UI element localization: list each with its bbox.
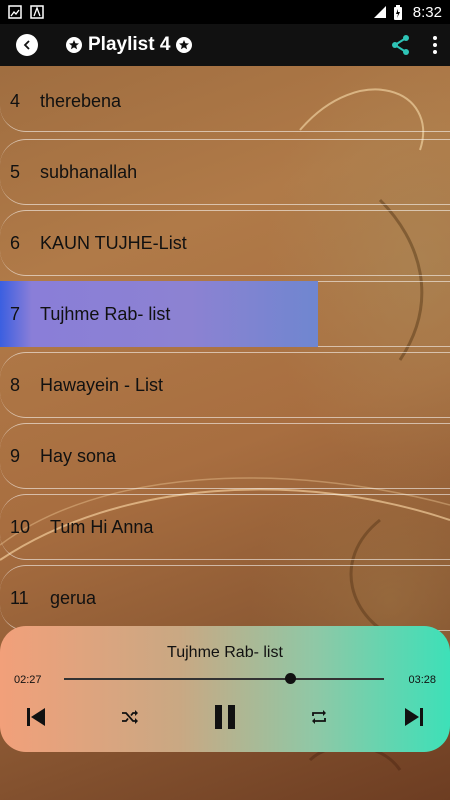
current-time: 02:27 (14, 674, 42, 686)
pause-button[interactable] (210, 702, 240, 732)
share-icon (392, 35, 409, 55)
playlist-row-4[interactable]: 4 therebena (0, 66, 450, 137)
dot (433, 43, 437, 47)
seek-handle[interactable] (284, 673, 296, 684)
track-name: subhanallah (40, 162, 138, 182)
playlist-row-8[interactable]: 8 Hawayein - List (0, 350, 450, 421)
more-options-button[interactable] (432, 34, 438, 56)
player-controls (0, 702, 450, 732)
track-name: gerua (50, 588, 97, 608)
pause-icon (215, 705, 235, 729)
playlist-row-9[interactable]: 9 Hay sona (0, 421, 450, 492)
shuffle-button[interactable] (118, 702, 142, 732)
signal-icon (373, 5, 387, 19)
star-icon (176, 37, 193, 53)
page-title: Playlist 4 (88, 34, 171, 55)
track-name: Tujhme Rab- list (40, 304, 171, 324)
playlist-row-5[interactable]: 5 subhanallah (0, 137, 450, 208)
track-number: 10 (10, 517, 31, 537)
skip-next-icon (405, 708, 423, 726)
dot (433, 36, 437, 40)
app-bar: Playlist 4 (0, 24, 450, 66)
track-number: 7 (10, 304, 21, 324)
track-number: 4 (10, 91, 21, 111)
battery-icon (393, 5, 407, 20)
status-time: 8:32 (412, 3, 442, 21)
repeat-button[interactable] (307, 702, 331, 732)
status-bar: 8:32 (0, 0, 450, 24)
shuffle-icon (122, 710, 138, 724)
track-number: 11 (10, 588, 29, 608)
track-number: 9 (10, 446, 21, 466)
next-button[interactable] (400, 702, 428, 732)
track-number: 6 (10, 233, 21, 253)
skip-previous-icon (27, 708, 45, 726)
track-name: Tum Hi Anna (50, 517, 154, 537)
image-notification-icon (8, 5, 22, 19)
playlist-row-11[interactable]: 11 gerua (0, 563, 450, 634)
previous-button[interactable] (22, 702, 50, 732)
playlist-row-7-active[interactable]: 7 Tujhme Rab- list (0, 279, 450, 350)
chevron-left-icon (23, 40, 30, 50)
total-time: 03:28 (408, 674, 436, 686)
dot (433, 50, 437, 54)
star-icon (66, 37, 82, 53)
row-divider (318, 281, 450, 347)
mini-player: Tujhme Rab- list 02:27 03:28 (0, 626, 450, 752)
track-name: therebena (40, 91, 122, 111)
playlist-list: 4 therebena 5 subhanallah 6 KAUN TUJHE-L… (0, 66, 450, 634)
track-name: Hawayein - List (40, 375, 164, 395)
back-button[interactable] (16, 34, 38, 56)
track-name: KAUN TUJHE-List (40, 233, 187, 253)
track-number: 5 (10, 162, 21, 182)
share-button[interactable] (390, 34, 412, 56)
repeat-icon (312, 710, 326, 724)
playlist-row-10[interactable]: 10 Tum Hi Anna (0, 492, 450, 563)
app-notification-icon (30, 5, 44, 19)
now-playing-title: Tujhme Rab- list (167, 644, 283, 661)
track-name: Hay sona (40, 446, 117, 466)
track-number: 8 (10, 375, 21, 395)
seek-bar[interactable] (64, 678, 384, 680)
playlist-row-6[interactable]: 6 KAUN TUJHE-List (0, 208, 450, 279)
